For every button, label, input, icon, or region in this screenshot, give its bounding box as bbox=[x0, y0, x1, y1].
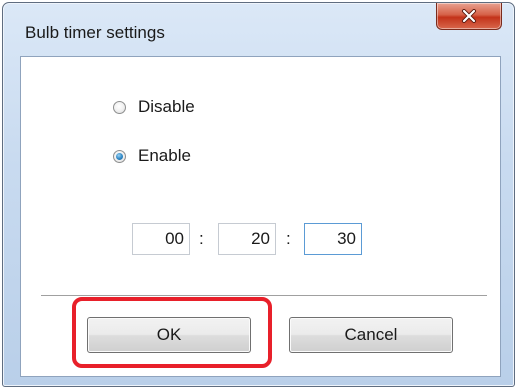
hours-input[interactable]: 00 bbox=[132, 223, 190, 255]
enable-option[interactable]: Enable bbox=[113, 146, 191, 166]
disable-label: Disable bbox=[138, 97, 195, 116]
close-icon bbox=[462, 9, 476, 23]
disable-option[interactable]: Disable bbox=[113, 97, 195, 117]
enable-label: Enable bbox=[138, 146, 191, 165]
close-button[interactable] bbox=[436, 3, 502, 30]
ok-highlight-annotation bbox=[72, 297, 272, 368]
disable-radio[interactable] bbox=[113, 100, 126, 114]
seconds-input[interactable]: 30 bbox=[304, 223, 362, 255]
time-separator: : bbox=[286, 229, 291, 248]
enable-radio[interactable] bbox=[113, 149, 126, 163]
dialog-window: Bulb timer settings Disable Enable 00 : … bbox=[2, 2, 515, 387]
cancel-button[interactable]: Cancel bbox=[289, 317, 453, 353]
minutes-input[interactable]: 20 bbox=[218, 223, 276, 255]
time-separator: : bbox=[199, 229, 204, 248]
window-title: Bulb timer settings bbox=[25, 23, 165, 42]
dialog-content: Disable Enable 00 : 20 : 30 OK Cancel bbox=[20, 56, 501, 377]
